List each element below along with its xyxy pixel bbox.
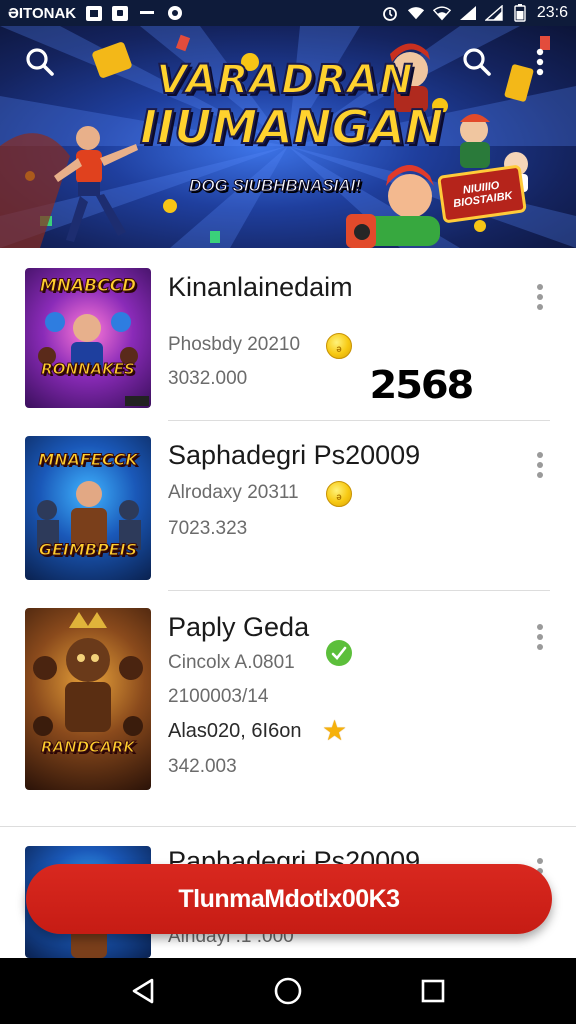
coin-icon: ₔ — [326, 333, 352, 359]
thumbnail-bottom-text: GEIMBPEIS — [38, 540, 138, 560]
notification-icon — [86, 5, 103, 21]
home-circle-icon — [274, 977, 302, 1005]
hero-subtitle: DOG SIUBHBNASIAI! — [189, 176, 362, 196]
item-meta-date: Phosbdy 20210 — [168, 334, 301, 355]
primary-action-button[interactable]: TlunmaMdotlx00K3 — [26, 864, 552, 934]
search-icon — [26, 48, 54, 76]
hero-banner[interactable]: VARADRAN IIUMANGAN DOG SIUBHBNASIAI! NIU… — [0, 26, 576, 248]
item-menu-button[interactable] — [528, 280, 552, 314]
signal-icon — [484, 5, 503, 21]
location-icon — [166, 5, 184, 21]
minus-icon — [138, 5, 156, 21]
item-title: Paply Geda — [168, 612, 310, 642]
divider — [168, 590, 550, 591]
item-meta-value: 3032.000 — [168, 368, 248, 389]
recents-square-icon — [422, 979, 445, 1003]
notification-icon — [112, 5, 129, 21]
game-thumbnail: RANDCARK — [25, 608, 151, 790]
search-button[interactable] — [18, 40, 62, 84]
clock: 23:6 — [536, 4, 568, 21]
item-meta-value: 7023.323 — [168, 518, 248, 539]
game-thumbnail: MNAFECCK GEIMBPEIS — [25, 436, 151, 580]
back-button[interactable] — [121, 969, 165, 1013]
score-label: 2568 — [369, 363, 475, 407]
list-item[interactable]: MNAFECCK GEIMBPEIS Saphadegri Ps20009 Al… — [0, 436, 576, 586]
search-icon — [463, 48, 491, 76]
item-meta-id: 2100003/14 — [168, 686, 269, 707]
verified-icon — [326, 640, 352, 666]
signal-icon — [459, 5, 477, 21]
list-item[interactable]: RANDCARK Paply Geda Cincolx A.0801 21000… — [0, 608, 576, 808]
home-button[interactable] — [266, 969, 310, 1013]
game-thumbnail: MNABCCD RONNAKES — [25, 268, 151, 408]
status-bar: ƏITONAK 23:6 — [0, 0, 576, 26]
item-menu-button[interactable] — [528, 448, 552, 482]
thumbnail-bottom-text: RANDCARK — [41, 738, 136, 757]
thumbnail-top-text: MNAFECCK — [38, 450, 138, 470]
navigation-bar — [0, 958, 576, 1024]
star-icon: ★ — [322, 715, 348, 746]
coin-icon: ₔ — [326, 481, 352, 507]
hero-title: VARADRAN IIUMANGAN — [139, 57, 444, 154]
back-triangle-icon — [132, 978, 153, 1004]
divider — [0, 826, 576, 827]
thumbnail-top-text: MNABCCD — [39, 276, 137, 297]
item-meta-date: Alrodaxy 20311 — [168, 482, 299, 503]
item-meta-date: Cincolx A.0801 — [168, 652, 295, 673]
wifi-icon — [407, 5, 425, 21]
hero-title-line2: IIUMANGAN — [139, 100, 444, 154]
overflow-menu-button[interactable] — [520, 40, 560, 84]
battery-icon — [511, 4, 529, 22]
item-meta-value: 342.003 — [168, 756, 237, 777]
more-vertical-icon — [536, 48, 544, 76]
item-title: Saphadegri Ps20009 — [168, 440, 421, 470]
item-meta-location: Alas020, 6I6on — [168, 720, 302, 742]
list-item[interactable]: MNABCCD RONNAKES Kinanlainedaim Phosbdy … — [0, 268, 576, 418]
carrier-label: ƏITONAK — [8, 4, 77, 22]
search-button[interactable] — [455, 40, 499, 84]
item-title: Kinanlainedaim — [168, 272, 353, 302]
recents-button[interactable] — [411, 969, 455, 1013]
alarm-icon — [381, 5, 399, 21]
divider — [168, 420, 550, 421]
thumbnail-bottom-text: RONNAKES — [41, 360, 136, 379]
hero-title-line1: VARADRAN — [155, 57, 414, 103]
thumbnail-art — [33, 612, 143, 736]
item-menu-button[interactable] — [528, 620, 552, 654]
wifi-icon — [432, 5, 451, 21]
